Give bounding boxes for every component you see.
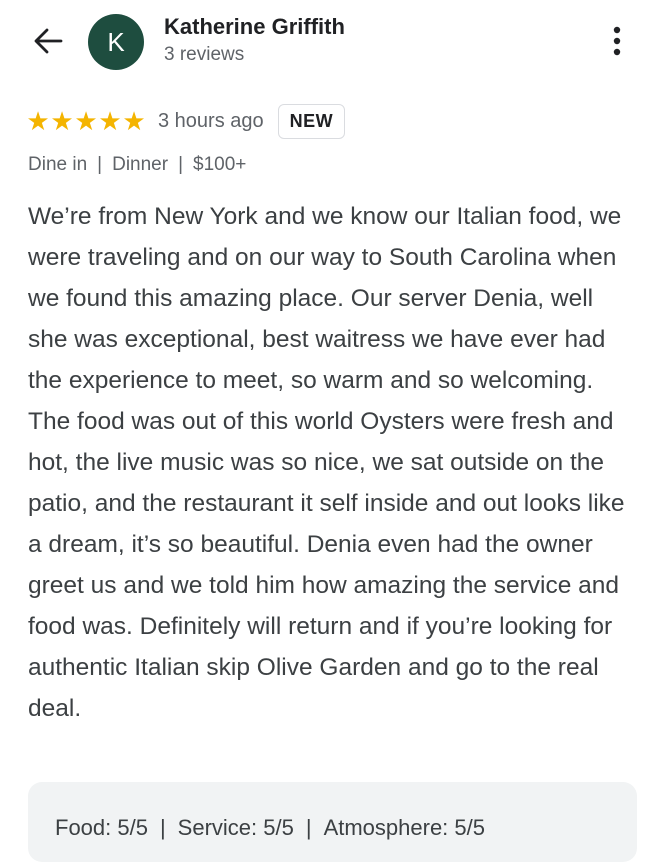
service-rating: Service: 5/5 xyxy=(177,815,294,840)
star-icon: ★ xyxy=(26,106,50,136)
more-vert-icon xyxy=(613,26,621,56)
visit-details: Dine in | Dinner | $100+ xyxy=(28,154,246,176)
food-rating: Food: 5/5 xyxy=(55,815,148,840)
author-name[interactable]: Katherine Griffith xyxy=(164,14,345,40)
review-text: We’re from New York and we know our Ital… xyxy=(28,203,625,722)
ratings-breakdown-card: Food: 5/5 | Service: 5/5 | Atmosphere: 5… xyxy=(28,782,637,862)
meta-separator: | xyxy=(178,154,184,175)
rating-row: ★ ★ ★ ★ ★ 3 hours ago NEW xyxy=(26,102,346,140)
new-badge: NEW xyxy=(277,103,346,139)
star-rating: ★ ★ ★ ★ ★ xyxy=(26,108,146,134)
atmosphere-rating: Atmosphere: 5/5 xyxy=(323,815,485,840)
back-button[interactable] xyxy=(28,24,68,58)
ratings-breakdown: Food: 5/5 | Service: 5/5 | Atmosphere: 5… xyxy=(55,815,485,841)
star-icon: ★ xyxy=(74,106,98,136)
ratings-separator: | xyxy=(305,815,312,840)
ratings-separator: | xyxy=(159,815,166,840)
star-icon: ★ xyxy=(98,106,122,136)
review-header: K Katherine Griffith 3 reviews xyxy=(0,0,665,90)
more-options-button[interactable] xyxy=(600,20,634,62)
arrow-back-icon xyxy=(34,28,63,54)
meta-separator: | xyxy=(97,154,103,175)
review-time: 3 hours ago xyxy=(158,109,264,132)
author-review-count: 3 reviews xyxy=(164,44,245,65)
price-range: $100+ xyxy=(193,154,247,175)
star-icon: ★ xyxy=(122,106,146,136)
dining-type: Dine in xyxy=(28,154,88,175)
avatar[interactable]: K xyxy=(88,14,144,70)
meal-type: Dinner xyxy=(112,154,169,175)
star-icon: ★ xyxy=(50,106,74,136)
avatar-letter: K xyxy=(107,26,125,57)
